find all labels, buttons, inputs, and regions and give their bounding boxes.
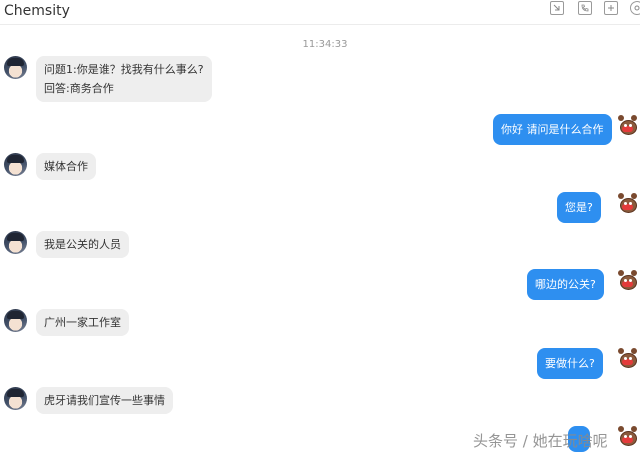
chat-header: Chemsity xyxy=(0,0,640,25)
incoming-message-bubble: 虎牙请我们宣传一些事情 xyxy=(36,387,173,414)
my-avatar[interactable] xyxy=(618,348,637,369)
contact-avatar[interactable] xyxy=(4,387,27,410)
chat-title: Chemsity xyxy=(4,3,70,19)
outgoing-message-bubble: 要做什么? xyxy=(537,348,603,379)
minimize-window-icon[interactable] xyxy=(550,1,564,15)
my-avatar[interactable] xyxy=(618,115,637,136)
message-timestamp: 11:34:33 xyxy=(302,39,348,50)
incoming-message-bubble: 广州一家工作室 xyxy=(36,309,129,336)
incoming-message-bubble: 我是公关的人员 xyxy=(36,231,129,258)
contact-avatar[interactable] xyxy=(4,309,27,332)
contact-avatar[interactable] xyxy=(4,56,27,79)
contact-avatar[interactable] xyxy=(4,153,27,176)
watermark: 头条号 / 她在玩啥呢 xyxy=(473,432,608,450)
outgoing-message-bubble: 你好 请问是什么合作 xyxy=(493,114,612,145)
incoming-message-bubble: 媒体合作 xyxy=(36,153,96,180)
outgoing-message-bubble: 您是? xyxy=(557,192,601,223)
message-line: 问题1:你是谁？找我有什么事么? xyxy=(44,63,204,76)
message-line: 回答:商务合作 xyxy=(44,82,114,95)
add-icon[interactable] xyxy=(604,1,618,15)
phone-icon[interactable] xyxy=(578,1,592,15)
contact-avatar[interactable] xyxy=(4,231,27,254)
my-avatar[interactable] xyxy=(618,270,637,291)
incoming-message-bubble: 问题1:你是谁？找我有什么事么? 回答:商务合作 xyxy=(36,56,212,102)
my-avatar[interactable] xyxy=(618,426,637,447)
my-avatar[interactable] xyxy=(618,193,637,214)
outgoing-message-bubble: 哪边的公关? xyxy=(527,269,604,300)
settings-icon[interactable] xyxy=(630,1,640,15)
